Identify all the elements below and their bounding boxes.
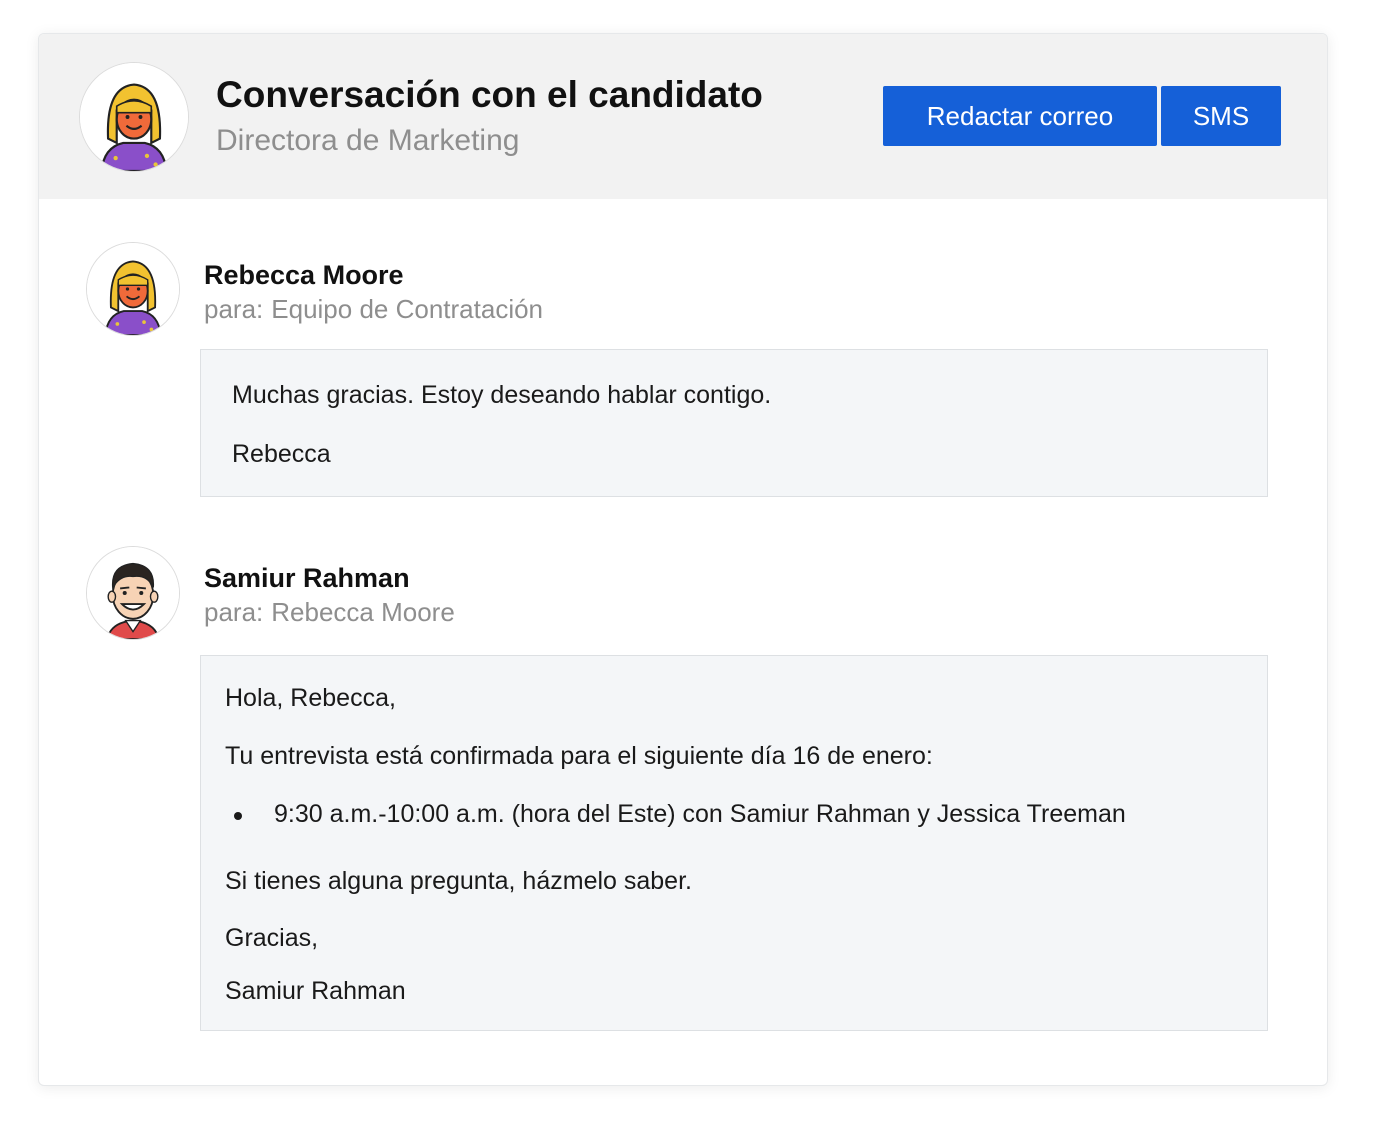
recipient-line: para: Rebecca Moore bbox=[204, 597, 455, 628]
bullet-icon bbox=[234, 812, 242, 820]
page-title: Conversación con el candidato bbox=[216, 74, 763, 115]
message-signature: Rebecca bbox=[232, 440, 331, 468]
message-signoff: Gracias, bbox=[225, 924, 319, 952]
message-text: Tu entrevista está confirmada para el si… bbox=[225, 742, 933, 770]
recipient-name: Equipo de Contratación bbox=[271, 294, 544, 324]
recipient-prefix: para: bbox=[204, 597, 264, 627]
conversation-card: Conversación con el candidato Directora … bbox=[38, 33, 1328, 1086]
sender-avatar bbox=[86, 242, 180, 336]
message-body: Muchas gracias. Estoy deseando hablar co… bbox=[200, 349, 1268, 497]
recipient-prefix: para: bbox=[204, 294, 264, 324]
samiur-avatar-icon bbox=[87, 547, 179, 639]
message-text: Muchas gracias. Estoy deseando hablar co… bbox=[232, 381, 772, 409]
message-greeting: Hola, Rebecca, bbox=[225, 684, 396, 712]
sms-button[interactable]: SMS bbox=[1161, 86, 1281, 146]
recipient-line: para: Equipo de Contratación bbox=[204, 294, 543, 325]
sender-avatar bbox=[86, 546, 180, 640]
conversation-header: Conversación con el candidato Directora … bbox=[39, 34, 1327, 199]
page-subtitle: Directora de Marketing bbox=[216, 124, 520, 157]
rebecca-avatar-icon bbox=[87, 243, 179, 335]
candidate-avatar-icon bbox=[80, 63, 188, 171]
candidate-avatar bbox=[79, 62, 189, 172]
compose-email-button[interactable]: Redactar correo bbox=[883, 86, 1157, 146]
message-signature: Samiur Rahman bbox=[225, 977, 406, 1005]
recipient-name: Rebecca Moore bbox=[271, 597, 455, 627]
sender-name: Rebecca Moore bbox=[204, 260, 404, 290]
sender-name: Samiur Rahman bbox=[204, 563, 410, 593]
list-item-text: 9:30 a.m.-10:00 a.m. (hora del Este) con… bbox=[274, 800, 1126, 828]
message-body: Hola, Rebecca, Tu entrevista está confir… bbox=[200, 655, 1268, 1031]
message-text: Si tienes alguna pregunta, házmelo saber… bbox=[225, 867, 692, 895]
